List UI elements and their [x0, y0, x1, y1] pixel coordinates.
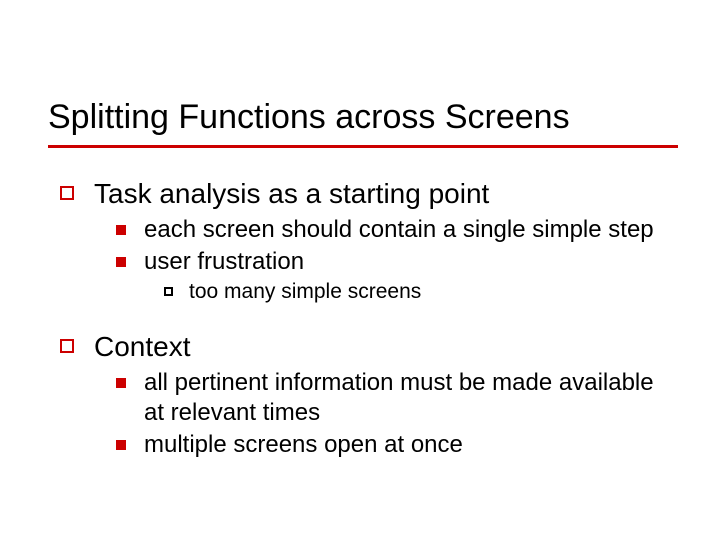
outline-level3-item: too many simple screens: [164, 279, 680, 305]
hollow-square-small-bullet-icon: [164, 287, 173, 296]
spacer: [60, 313, 680, 323]
outline-text: all pertinent information must be made a…: [144, 368, 680, 428]
outline-text: user frustration: [144, 247, 304, 277]
outline-level2-group: all pertinent information must be made a…: [116, 368, 680, 460]
outline-text: each screen should contain a single simp…: [144, 215, 654, 245]
outline-level2-item: multiple screens open at once: [116, 430, 680, 460]
title-block: Splitting Functions across Screens: [48, 98, 690, 148]
outline-text: Task analysis as a starting point: [94, 176, 489, 211]
outline-level2-item: each screen should contain a single simp…: [116, 215, 680, 245]
slide: Splitting Functions across Screens Task …: [0, 0, 720, 540]
filled-square-bullet-icon: [116, 257, 126, 267]
hollow-square-bullet-icon: [60, 186, 74, 200]
slide-body: Task analysis as a starting point each s…: [60, 170, 680, 464]
outline-level1-item: Task analysis as a starting point: [60, 176, 680, 211]
outline-level2-item: all pertinent information must be made a…: [116, 368, 680, 428]
outline-level2-group: each screen should contain a single simp…: [116, 215, 680, 305]
filled-square-bullet-icon: [116, 378, 126, 388]
outline-level2-item: user frustration: [116, 247, 680, 277]
outline-level1-item: Context: [60, 329, 680, 364]
slide-title: Splitting Functions across Screens: [48, 98, 690, 143]
hollow-square-bullet-icon: [60, 339, 74, 353]
title-underline: [48, 145, 678, 148]
outline-text: multiple screens open at once: [144, 430, 463, 460]
filled-square-bullet-icon: [116, 440, 126, 450]
filled-square-bullet-icon: [116, 225, 126, 235]
outline-text: Context: [94, 329, 191, 364]
outline-text: too many simple screens: [189, 279, 421, 305]
outline-level3-group: too many simple screens: [164, 279, 680, 305]
